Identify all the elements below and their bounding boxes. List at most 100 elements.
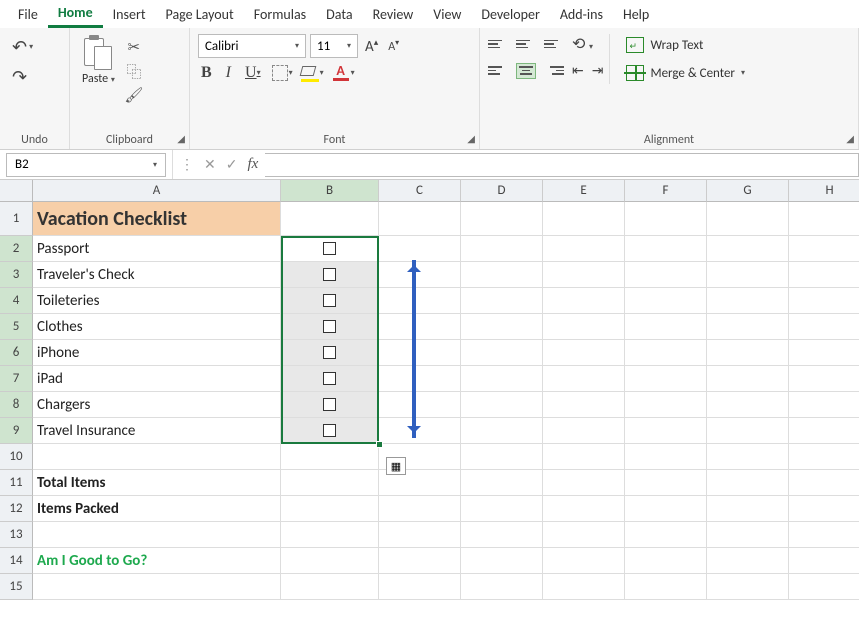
cell-D12[interactable] bbox=[461, 496, 543, 522]
cell-D14[interactable] bbox=[461, 548, 543, 574]
cell-F10[interactable] bbox=[625, 444, 707, 470]
cell-G9[interactable] bbox=[707, 418, 789, 444]
cell-D10[interactable] bbox=[461, 444, 543, 470]
cell-B5[interactable] bbox=[281, 314, 379, 340]
cell-G1[interactable] bbox=[707, 202, 789, 236]
cut-button[interactable]: ✂ bbox=[125, 38, 143, 56]
menu-developer[interactable]: Developer bbox=[471, 2, 549, 27]
cell-E6[interactable] bbox=[543, 340, 625, 366]
cell-C8[interactable] bbox=[379, 392, 461, 418]
cell-E9[interactable] bbox=[543, 418, 625, 444]
cell-G4[interactable] bbox=[707, 288, 789, 314]
insert-function-button[interactable]: fx bbox=[244, 156, 261, 173]
cell-G8[interactable] bbox=[707, 392, 789, 418]
bold-button[interactable]: B bbox=[198, 64, 215, 82]
menu-file[interactable]: File bbox=[8, 2, 48, 27]
font-color-button[interactable]: A▾ bbox=[332, 64, 355, 82]
cell-F7[interactable] bbox=[625, 366, 707, 392]
col-header-C[interactable]: C bbox=[379, 180, 461, 202]
cell-D3[interactable] bbox=[461, 262, 543, 288]
merge-center-button[interactable]: Merge & Center ▾ bbox=[622, 62, 749, 84]
decrease-font-button[interactable]: A▾ bbox=[385, 38, 402, 54]
cell-F11[interactable] bbox=[625, 470, 707, 496]
cell-A5[interactable]: Clothes bbox=[33, 314, 281, 340]
cell-D9[interactable] bbox=[461, 418, 543, 444]
cell-A14[interactable]: Am I Good to Go? bbox=[33, 548, 281, 574]
col-header-D[interactable]: D bbox=[461, 180, 543, 202]
cell-H7[interactable] bbox=[789, 366, 859, 392]
cell-A15[interactable] bbox=[33, 574, 281, 600]
cell-E13[interactable] bbox=[543, 522, 625, 548]
cell-H5[interactable] bbox=[789, 314, 859, 340]
font-dialog-launcher[interactable]: ◢ bbox=[467, 132, 475, 145]
cell-H2[interactable] bbox=[789, 236, 859, 262]
menu-view[interactable]: View bbox=[423, 2, 471, 27]
cell-F13[interactable] bbox=[625, 522, 707, 548]
cell-E11[interactable] bbox=[543, 470, 625, 496]
align-left-button[interactable] bbox=[488, 63, 508, 79]
cell-F2[interactable] bbox=[625, 236, 707, 262]
italic-button[interactable]: I bbox=[223, 64, 234, 82]
row-header-4[interactable]: 4 bbox=[0, 288, 33, 314]
row-header-13[interactable]: 13 bbox=[0, 522, 33, 548]
cell-C14[interactable] bbox=[379, 548, 461, 574]
cell-H8[interactable] bbox=[789, 392, 859, 418]
cell-D5[interactable] bbox=[461, 314, 543, 340]
row-header-10[interactable]: 10 bbox=[0, 444, 33, 470]
cell-B9[interactable] bbox=[281, 418, 379, 444]
cell-E8[interactable] bbox=[543, 392, 625, 418]
redo-button[interactable]: ↷ bbox=[8, 64, 37, 90]
cell-H12[interactable] bbox=[789, 496, 859, 522]
fill-handle[interactable] bbox=[376, 441, 383, 448]
cell-G13[interactable] bbox=[707, 522, 789, 548]
cell-B15[interactable] bbox=[281, 574, 379, 600]
col-header-G[interactable]: G bbox=[707, 180, 789, 202]
select-all-corner[interactable] bbox=[0, 180, 33, 202]
align-middle-button[interactable] bbox=[516, 36, 536, 52]
font-name-select[interactable]: Calibri▾ bbox=[198, 34, 306, 58]
cell-A1[interactable]: Vacation Checklist bbox=[33, 202, 281, 236]
cell-D1[interactable] bbox=[461, 202, 543, 236]
cell-D7[interactable] bbox=[461, 366, 543, 392]
cell-G10[interactable] bbox=[707, 444, 789, 470]
cell-B6[interactable] bbox=[281, 340, 379, 366]
cell-B8[interactable] bbox=[281, 392, 379, 418]
copy-button[interactable]: ⿻ bbox=[125, 62, 143, 80]
menu-help[interactable]: Help bbox=[613, 2, 659, 27]
cell-H13[interactable] bbox=[789, 522, 859, 548]
cell-A13[interactable] bbox=[33, 522, 281, 548]
cell-E5[interactable] bbox=[543, 314, 625, 340]
cell-E1[interactable] bbox=[543, 202, 625, 236]
cell-D2[interactable] bbox=[461, 236, 543, 262]
align-top-button[interactable] bbox=[488, 36, 508, 52]
clipboard-dialog-launcher[interactable]: ◢ bbox=[177, 132, 185, 145]
cell-D6[interactable] bbox=[461, 340, 543, 366]
cell-C4[interactable] bbox=[379, 288, 461, 314]
fill-color-button[interactable]: ▾ bbox=[301, 66, 324, 80]
menu-review[interactable]: Review bbox=[363, 2, 424, 27]
menu-page-layout[interactable]: Page Layout bbox=[156, 2, 244, 27]
col-header-E[interactable]: E bbox=[543, 180, 625, 202]
name-box[interactable]: B2▾ bbox=[6, 153, 166, 177]
cell-H9[interactable] bbox=[789, 418, 859, 444]
row-header-5[interactable]: 5 bbox=[0, 314, 33, 340]
row-header-11[interactable]: 11 bbox=[0, 470, 33, 496]
cell-F4[interactable] bbox=[625, 288, 707, 314]
format-painter-button[interactable]: 🖌 bbox=[125, 86, 143, 104]
cell-B11[interactable] bbox=[281, 470, 379, 496]
cell-G11[interactable] bbox=[707, 470, 789, 496]
decrease-indent-button[interactable]: ⇤ bbox=[572, 62, 584, 79]
cell-G5[interactable] bbox=[707, 314, 789, 340]
cell-B7[interactable] bbox=[281, 366, 379, 392]
row-header-1[interactable]: 1 bbox=[0, 202, 33, 236]
cell-E2[interactable] bbox=[543, 236, 625, 262]
align-center-button[interactable] bbox=[516, 63, 536, 79]
cell-B1[interactable] bbox=[281, 202, 379, 236]
cell-E14[interactable] bbox=[543, 548, 625, 574]
col-header-F[interactable]: F bbox=[625, 180, 707, 202]
cell-D11[interactable] bbox=[461, 470, 543, 496]
cell-A3[interactable]: Traveler's Check bbox=[33, 262, 281, 288]
menu-insert[interactable]: Insert bbox=[103, 2, 156, 27]
cell-H1[interactable] bbox=[789, 202, 859, 236]
row-header-3[interactable]: 3 bbox=[0, 262, 33, 288]
